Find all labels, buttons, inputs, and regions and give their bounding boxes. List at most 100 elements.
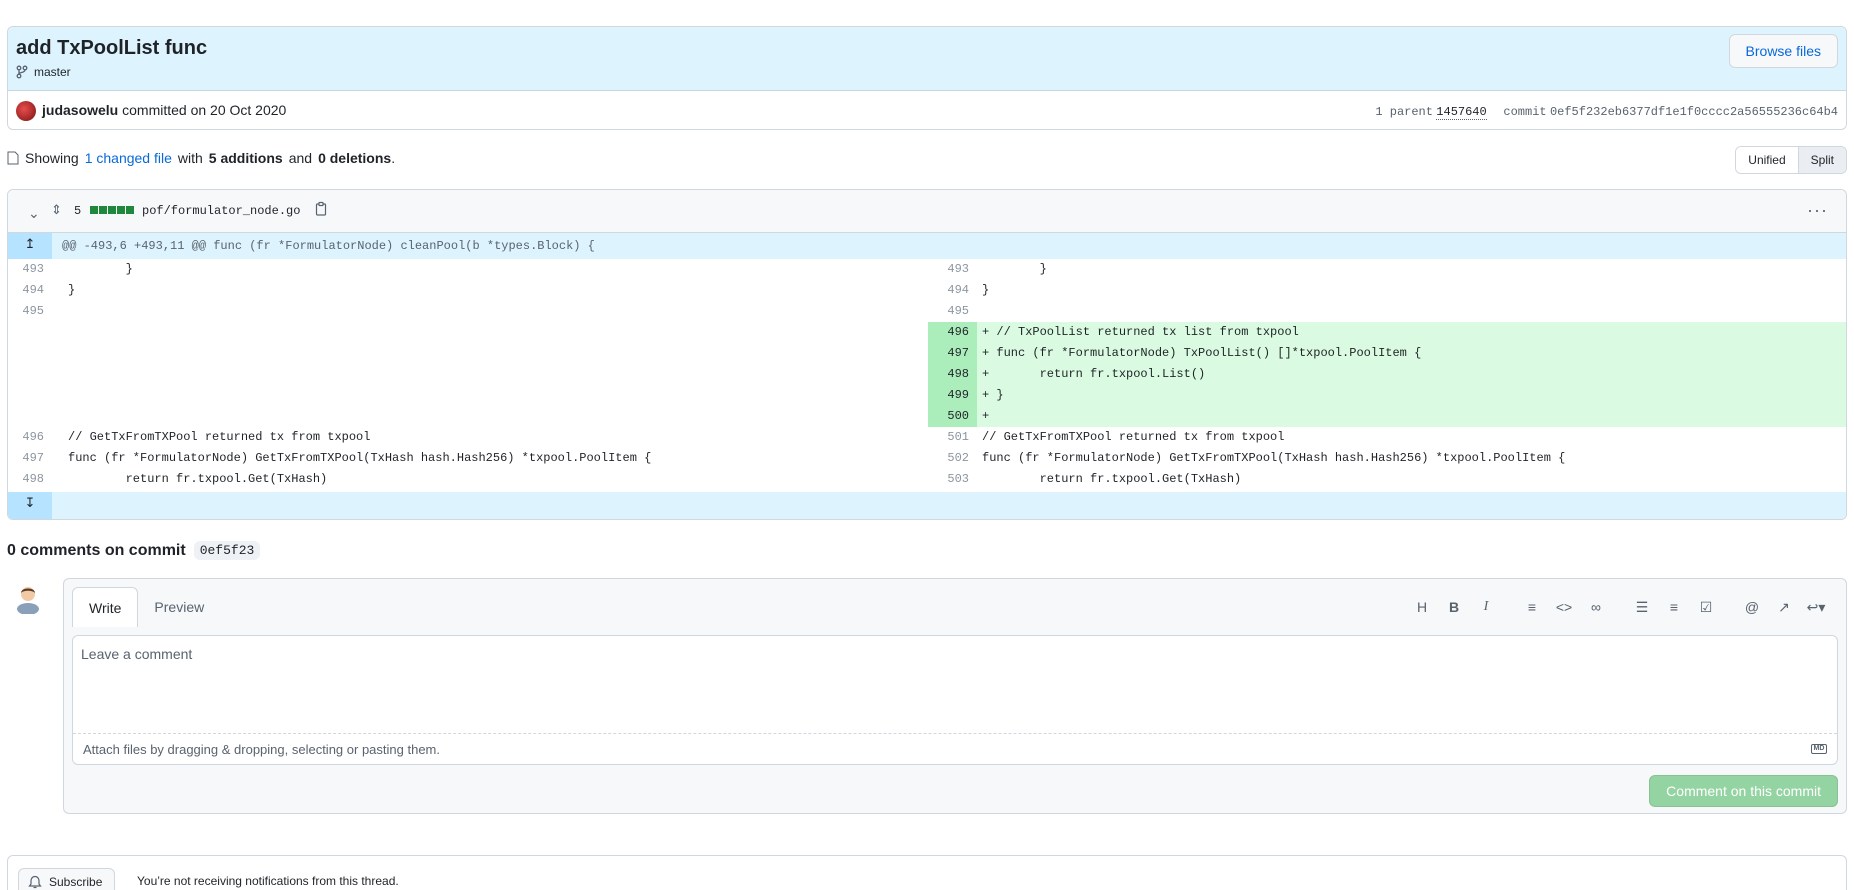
deletions-count: 0 deletions bbox=[318, 150, 392, 166]
added-row: 499 + } bbox=[8, 385, 1846, 406]
browse-files-button[interactable]: Browse files bbox=[1728, 34, 1838, 68]
expand-all-icon[interactable]: ⇕ bbox=[51, 202, 62, 218]
left-line-number[interactable]: 497 bbox=[8, 448, 52, 469]
committed-date: committed on 20 Oct 2020 bbox=[122, 102, 287, 118]
hunk-header: ↥ @@ -493,6 +493,11 @@ func (fr *Formula… bbox=[8, 233, 1846, 259]
commit-header: add TxPoolList func master Browse files … bbox=[7, 26, 1847, 130]
summary-period: . bbox=[391, 150, 396, 166]
left-line-number[interactable]: 493 bbox=[8, 259, 52, 280]
added-background bbox=[928, 385, 1846, 406]
attach-files-hint[interactable]: Attach files by dragging & dropping, sel… bbox=[83, 742, 440, 757]
editor-tabs: Write Preview bbox=[72, 587, 220, 627]
expand-down-icon[interactable]: ↧ bbox=[8, 492, 52, 519]
quote-icon[interactable]: ≡ bbox=[1516, 595, 1548, 619]
right-line-number[interactable]: 494 bbox=[933, 280, 977, 301]
left-code: // GetTxFromTXPool returned tx from txpo… bbox=[68, 430, 371, 444]
split-view-button[interactable]: Split bbox=[1797, 147, 1846, 173]
comments-title: 0 comments on commit bbox=[7, 541, 186, 559]
author-avatar[interactable] bbox=[16, 101, 36, 121]
unified-view-button[interactable]: Unified bbox=[1736, 147, 1798, 173]
diff-row: 498 return fr.txpool.Get(TxHash) 503 ret… bbox=[8, 469, 1846, 490]
reference-icon[interactable]: ↗ bbox=[1768, 595, 1800, 619]
saved-replies-icon[interactable]: ↩▾ bbox=[1800, 595, 1832, 619]
right-line-number[interactable]: 495 bbox=[933, 301, 977, 322]
user-avatar[interactable] bbox=[14, 582, 42, 614]
mention-icon[interactable]: @ bbox=[1736, 595, 1768, 619]
hunk-header-text: @@ -493,6 +493,11 @@ func (fr *Formulato… bbox=[62, 239, 595, 253]
ordered-list-icon[interactable]: ≡ bbox=[1658, 595, 1690, 619]
added-code: + // TxPoolList returned tx list from tx… bbox=[982, 325, 1299, 339]
copy-path-icon[interactable] bbox=[314, 201, 328, 217]
right-code: } bbox=[982, 262, 1047, 276]
left-code: } bbox=[68, 283, 76, 297]
parent-sha-link[interactable]: 1457640 bbox=[1436, 105, 1487, 120]
added-row: 496 + // TxPoolList returned tx list fro… bbox=[8, 322, 1846, 343]
comment-submit-button[interactable]: Comment on this commit bbox=[1649, 775, 1838, 807]
italic-icon[interactable]: I bbox=[1470, 595, 1502, 619]
left-line-number[interactable]: 495 bbox=[8, 301, 52, 322]
tab-preview[interactable]: Preview bbox=[138, 587, 220, 627]
commit-label: commit bbox=[1503, 105, 1547, 119]
file-name-link[interactable]: pof/formulator_node.go bbox=[142, 204, 300, 218]
bell-icon bbox=[28, 875, 42, 889]
right-line-number[interactable]: 501 bbox=[933, 427, 977, 448]
and-text: and bbox=[288, 150, 313, 166]
file-options-kebab-icon[interactable]: ··· bbox=[1807, 200, 1828, 221]
right-line-number[interactable]: 502 bbox=[933, 448, 977, 469]
comments-heading: 0 comments on commit 0ef5f23 bbox=[7, 541, 261, 560]
commit-title-bar: add TxPoolList func master Browse files bbox=[8, 27, 1846, 91]
git-branch-icon bbox=[16, 65, 28, 79]
parent-label: 1 parent bbox=[1375, 105, 1433, 119]
commit-sha: 0ef5f232eb6377df1e1f0cccc2a56555236c64b4 bbox=[1549, 105, 1838, 119]
commit-sha-chip: 0ef5f23 bbox=[193, 541, 261, 560]
added-background bbox=[928, 406, 1846, 427]
right-line-number[interactable]: 496 bbox=[933, 322, 977, 343]
file-diff: ⌄ ⇕ 5 pof/formulator_node.go ··· ↥ @@ -4… bbox=[7, 189, 1847, 520]
right-code: return fr.txpool.Get(TxHash) bbox=[982, 472, 1242, 486]
diff-row: 494 } 494 } bbox=[8, 280, 1846, 301]
right-line-number[interactable]: 498 bbox=[933, 364, 977, 385]
markdown-icon[interactable]: MD bbox=[1811, 744, 1827, 754]
expand-up-icon[interactable]: ↥ bbox=[8, 233, 52, 259]
code-icon[interactable]: <> bbox=[1548, 595, 1580, 619]
branch-label[interactable]: master bbox=[16, 65, 71, 79]
task-list-icon[interactable]: ☑ bbox=[1690, 595, 1722, 619]
right-line-number[interactable]: 497 bbox=[933, 343, 977, 364]
file-diff-icon bbox=[7, 151, 19, 165]
diff-row: 497 func (fr *FormulatorNode) GetTxFromT… bbox=[8, 448, 1846, 469]
diff-summary: Showing 1 changed file with 5 additions … bbox=[7, 150, 395, 166]
added-code: + func (fr *FormulatorNode) TxPoolList()… bbox=[982, 346, 1422, 360]
left-line-number[interactable]: 496 bbox=[8, 427, 52, 448]
collapse-chevron-icon[interactable]: ⌄ bbox=[28, 205, 40, 222]
left-line-number[interactable]: 498 bbox=[8, 469, 52, 490]
left-code: } bbox=[68, 262, 133, 276]
changed-files-link[interactable]: 1 changed file bbox=[85, 150, 172, 166]
right-line-number[interactable]: 499 bbox=[933, 385, 977, 406]
unordered-list-icon[interactable]: ☰ bbox=[1626, 595, 1658, 619]
diffstat-blocks bbox=[90, 206, 134, 214]
right-line-number[interactable]: 493 bbox=[933, 259, 977, 280]
commit-shas: 1 parent 1457640 commit 0ef5f232eb6377df… bbox=[1375, 104, 1838, 120]
author-link[interactable]: judasowelu bbox=[42, 102, 118, 118]
right-line-number[interactable]: 503 bbox=[933, 469, 977, 490]
subscribe-status-text: You’re not receiving notifications from … bbox=[137, 874, 399, 888]
hunk-footer: ↧ bbox=[8, 492, 1846, 519]
added-code: + bbox=[982, 409, 990, 423]
commit-title: add TxPoolList func bbox=[16, 37, 208, 59]
right-line-number[interactable]: 500 bbox=[933, 406, 977, 427]
bold-icon[interactable]: B bbox=[1438, 595, 1470, 619]
comment-editor: Write Preview H B I ≡ <> ∞ ☰ ≡ ☑ @ ↗ ↩▾ … bbox=[63, 578, 1847, 814]
comment-textarea[interactable] bbox=[73, 636, 1837, 734]
added-row: 498 + return fr.txpool.List() bbox=[8, 364, 1846, 385]
left-line-number[interactable]: 494 bbox=[8, 280, 52, 301]
added-row: 500 + bbox=[8, 406, 1846, 427]
link-icon[interactable]: ∞ bbox=[1580, 595, 1612, 619]
added-code: + return fr.txpool.List() bbox=[982, 367, 1206, 381]
tab-write[interactable]: Write bbox=[72, 587, 139, 627]
heading-icon[interactable]: H bbox=[1406, 595, 1438, 619]
author-line: judasowelu committed on 20 Oct 2020 bbox=[42, 102, 286, 118]
commit-meta: judasowelu committed on 20 Oct 2020 1 pa… bbox=[8, 92, 1846, 130]
branch-name: master bbox=[34, 65, 71, 79]
right-code: } bbox=[982, 283, 990, 297]
additions-count: 5 additions bbox=[208, 150, 283, 166]
